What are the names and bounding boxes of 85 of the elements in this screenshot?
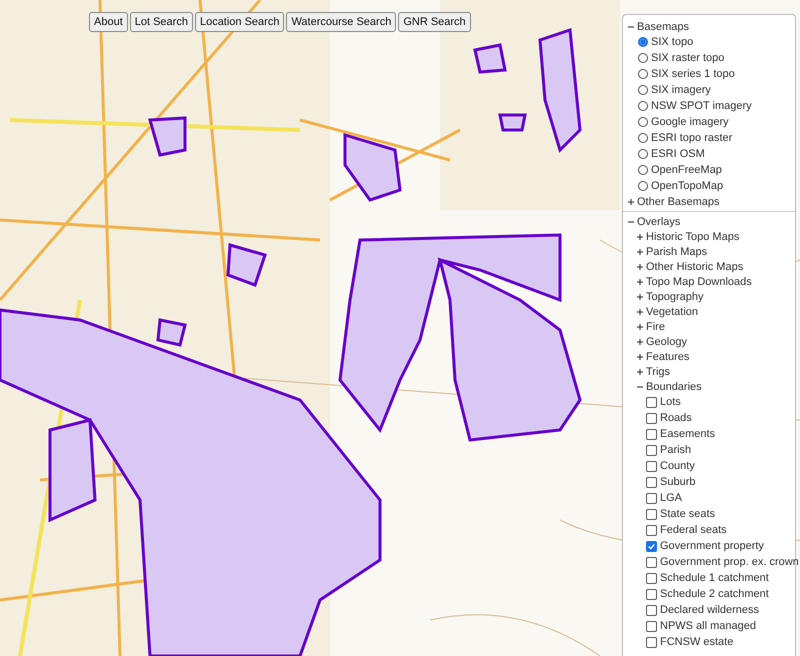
- radio-button[interactable]: [638, 165, 648, 175]
- group-header[interactable]: Boundaries: [646, 380, 702, 392]
- expand-icon[interactable]: [637, 264, 643, 270]
- group-header[interactable]: Trigs: [646, 366, 670, 378]
- radio-button[interactable]: [638, 101, 648, 111]
- radio-button[interactable]: [638, 53, 648, 63]
- overlay-label[interactable]: Parish: [660, 444, 692, 456]
- checkbox[interactable]: [646, 396, 657, 408]
- overlay-label[interactable]: Schedule 2 catchment: [660, 588, 769, 600]
- collapse-icon[interactable]: [637, 384, 643, 390]
- overlay-label[interactable]: NPWS all managed: [660, 620, 756, 632]
- basemap-label[interactable]: ESRI topo raster: [651, 132, 732, 144]
- overlay-label[interactable]: Easements: [660, 428, 716, 440]
- basemap-label[interactable]: ESRI OSM: [651, 148, 705, 160]
- overlay-label[interactable]: County: [660, 460, 695, 472]
- overlay-label[interactable]: Lots: [660, 396, 681, 408]
- group-header[interactable]: Features: [646, 350, 690, 362]
- radio-button[interactable]: [638, 69, 648, 79]
- expand-icon[interactable]: [637, 234, 643, 240]
- toolbar-button[interactable]: GNR Search: [398, 12, 471, 32]
- expand-icon[interactable]: [637, 354, 643, 360]
- checkbox[interactable]: [646, 636, 657, 648]
- radio-button[interactable]: [638, 133, 648, 143]
- collapse-icon[interactable]: [628, 24, 634, 30]
- checkbox[interactable]: [646, 540, 657, 552]
- expand-icon[interactable]: [637, 324, 643, 330]
- expand-icon[interactable]: [628, 198, 634, 204]
- expand-icon[interactable]: [637, 248, 643, 254]
- basemap-label[interactable]: SIX imagery: [651, 84, 711, 96]
- overlay-label[interactable]: Government prop. ex. crown: [660, 556, 799, 568]
- toolbar-button[interactable]: Location Search: [194, 12, 284, 32]
- basemap-label[interactable]: NSW SPOT imagery: [651, 100, 752, 112]
- checkbox[interactable]: [646, 492, 657, 504]
- expand-icon[interactable]: [637, 294, 643, 300]
- toolbar-button[interactable]: Lot Search: [130, 12, 193, 32]
- overlay-label[interactable]: Declared wilderness: [660, 604, 760, 616]
- checkbox[interactable]: [646, 444, 657, 456]
- overlay-label[interactable]: Schedule 1 catchment: [660, 572, 769, 584]
- overlay-label[interactable]: LGA: [660, 492, 682, 504]
- checkbox[interactable]: [646, 604, 657, 616]
- basemap-label[interactable]: OpenTopoMap: [651, 180, 724, 192]
- overlay-label[interactable]: FCNSW estate: [660, 636, 734, 648]
- overlay-label[interactable]: Suburb: [660, 476, 696, 488]
- checkbox[interactable]: [646, 572, 657, 584]
- group-header[interactable]: Geology: [646, 336, 687, 348]
- basemap-label[interactable]: SIX raster topo: [651, 52, 724, 64]
- overlay-label[interactable]: Federal seats: [660, 524, 727, 536]
- checkbox[interactable]: [646, 620, 657, 632]
- expand-icon[interactable]: [637, 338, 643, 344]
- group-header[interactable]: Topography: [646, 290, 704, 302]
- toolbar-button[interactable]: About: [89, 12, 128, 32]
- expand-icon[interactable]: [637, 278, 643, 284]
- radio-button[interactable]: [638, 85, 648, 95]
- checkbox[interactable]: [646, 588, 657, 600]
- checkbox[interactable]: [646, 508, 657, 520]
- radio-button[interactable]: [638, 37, 648, 47]
- basemap-label[interactable]: SIX series 1 topo: [651, 68, 735, 80]
- radio-button[interactable]: [638, 181, 648, 191]
- checkbox[interactable]: [646, 524, 657, 536]
- basemap-label[interactable]: SIX topo: [651, 36, 694, 48]
- radio-button[interactable]: [638, 117, 648, 127]
- basemap-label[interactable]: OpenFreeMap: [651, 164, 722, 176]
- group-header[interactable]: Other Historic Maps: [646, 260, 744, 272]
- group-header[interactable]: Fire: [646, 320, 665, 332]
- section-header[interactable]: Basemaps: [637, 20, 689, 32]
- checkbox[interactable]: [646, 476, 657, 488]
- group-header[interactable]: Historic Topo Maps: [646, 230, 740, 242]
- group-header[interactable]: Topo Map Downloads: [646, 276, 752, 288]
- group-header[interactable]: Other Basemaps: [637, 196, 720, 208]
- overlay-label[interactable]: State seats: [660, 508, 716, 520]
- section-header[interactable]: Overlays: [637, 216, 680, 228]
- group-header[interactable]: Parish Maps: [646, 246, 708, 258]
- overlay-label[interactable]: Roads: [660, 412, 692, 424]
- expand-icon[interactable]: [637, 308, 643, 314]
- expand-icon[interactable]: [637, 368, 643, 374]
- checkbox[interactable]: [646, 556, 657, 568]
- radio-button[interactable]: [638, 149, 648, 159]
- collapse-icon[interactable]: [628, 218, 634, 224]
- toolbar-button[interactable]: Watercourse Search: [286, 12, 396, 32]
- basemap-label[interactable]: Google imagery: [651, 116, 729, 128]
- overlay-label[interactable]: Government property: [660, 540, 764, 552]
- group-header[interactable]: Vegetation: [646, 306, 698, 318]
- checkbox[interactable]: [646, 412, 657, 424]
- checkbox[interactable]: [646, 460, 657, 472]
- checkbox[interactable]: [646, 428, 657, 440]
